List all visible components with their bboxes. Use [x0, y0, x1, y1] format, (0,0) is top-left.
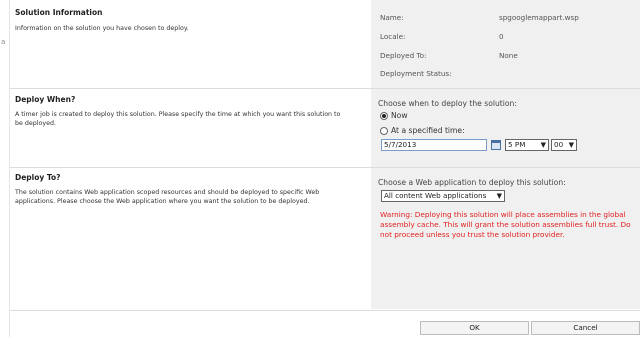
calendar-icon[interactable] [491, 140, 501, 150]
chevron-down-icon: ▼ [540, 141, 546, 149]
ok-button[interactable]: OK [420, 321, 529, 335]
deployment-status-label: Deployment Status: [380, 69, 452, 78]
date-input[interactable]: 5/7/2013 [381, 139, 487, 151]
hour-select[interactable]: 5 PM ▼ [505, 139, 549, 151]
web-application-select[interactable]: All content Web applications ▼ [381, 190, 505, 202]
deploy-to-panel: Choose a Web application to deploy this … [371, 168, 640, 309]
left-nav-edge: a [0, 0, 10, 337]
radio-specified-time[interactable]: At a specified time: [380, 126, 465, 135]
radio-now-button[interactable] [380, 111, 388, 120]
deploy-when-left: Deploy When? A timer job is created to d… [10, 89, 370, 167]
nav-edge-mark: a [1, 38, 6, 46]
deploy-to-description: The solution contains Web application sc… [15, 189, 320, 205]
hour-select-value: 5 PM [508, 140, 526, 149]
name-value: spgooglemappart.wsp [499, 13, 579, 22]
radio-now-label: Now [391, 111, 408, 120]
name-label: Name: [380, 13, 404, 22]
deploy-when-prompt: Choose when to deploy the solution: [378, 99, 517, 108]
deployed-to-value: None [499, 51, 518, 60]
solution-info-left: Solution Information Information on the … [10, 0, 370, 88]
deploy-to-left: Deploy To? The solution contains Web app… [10, 168, 370, 309]
cancel-button[interactable]: Cancel [531, 321, 640, 335]
locale-label: Locale: [380, 32, 406, 41]
footer-divider [10, 310, 640, 311]
deploy-when-description: A timer job is created to deploy this so… [15, 111, 341, 127]
radio-now[interactable]: Now [380, 111, 408, 120]
solution-info-panel: Name: spgooglemappart.wsp Locale: 0 Depl… [371, 0, 640, 88]
chevron-down-icon: ▼ [496, 192, 502, 200]
deploy-when-section: Deploy When? A timer job is created to d… [10, 89, 640, 167]
minute-select-value: 00 [554, 140, 564, 149]
deploy-to-section: Deploy To? The solution contains Web app… [10, 168, 640, 309]
trust-warning: Warning: Deploying this solution will pl… [380, 210, 631, 239]
locale-value: 0 [499, 32, 504, 41]
deploy-when-title: Deploy When? [15, 95, 76, 104]
deploy-to-title: Deploy To? [15, 173, 61, 182]
minute-select[interactable]: 00 ▼ [551, 139, 577, 151]
deploy-to-prompt: Choose a Web application to deploy this … [378, 178, 566, 187]
radio-specified-time-button[interactable] [380, 126, 388, 135]
deployed-to-label: Deployed To: [380, 51, 427, 60]
web-application-select-value: All content Web applications [384, 191, 487, 200]
solution-info-description: Information on the solution you have cho… [15, 25, 189, 32]
radio-specified-time-label: At a specified time: [391, 126, 465, 135]
chevron-down-icon: ▼ [568, 141, 574, 149]
solution-info-section: Solution Information Information on the … [10, 0, 640, 88]
deploy-when-panel: Choose when to deploy the solution: Now … [371, 89, 640, 167]
solution-info-title: Solution Information [15, 8, 103, 17]
datetime-row: 5/7/2013 5 PM ▼ 00 ▼ [371, 139, 640, 153]
